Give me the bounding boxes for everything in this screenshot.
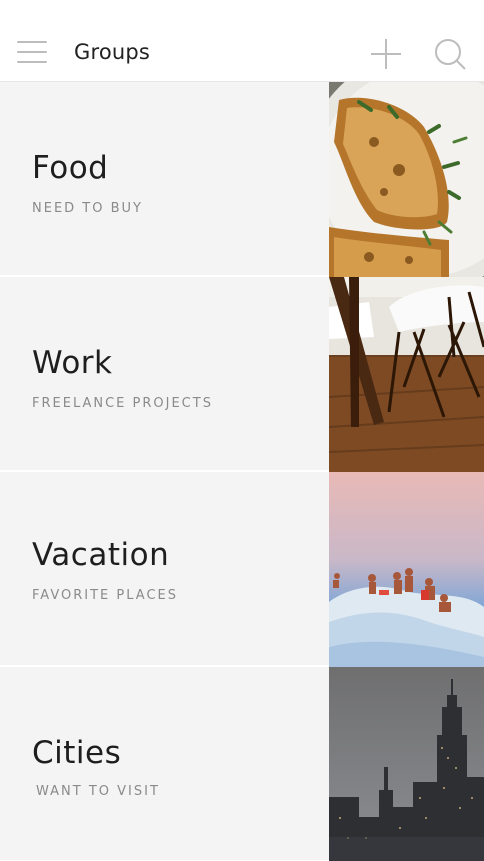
search-icon	[435, 39, 466, 70]
group-card-food[interactable]: Food NEED TO BUY	[0, 82, 484, 277]
page-title: Groups	[74, 40, 151, 64]
group-subtitle: FAVORITE PLACES	[32, 588, 178, 603]
menu-line	[17, 41, 47, 43]
group-subtitle: NEED TO BUY	[32, 201, 143, 216]
add-group-button[interactable]	[370, 38, 402, 70]
beach-rock-photo	[329, 472, 484, 667]
group-card-cities[interactable]: Cities WANT TO VISIT	[0, 667, 484, 861]
app-header: Groups	[0, 0, 484, 82]
menu-line	[17, 61, 47, 63]
group-name: Cities	[32, 735, 122, 771]
group-name: Work	[32, 345, 113, 381]
search-button[interactable]	[433, 37, 467, 71]
plus-icon	[371, 39, 401, 69]
group-card-work[interactable]: Work FREELANCE PROJECTS	[0, 277, 484, 472]
group-name: Vacation	[32, 537, 170, 573]
group-card-vacation[interactable]: Vacation FAVORITE PLACES	[0, 472, 484, 667]
chairs-photo	[329, 277, 484, 472]
group-subtitle: WANT TO VISIT	[36, 784, 160, 799]
city-skyline-photo	[329, 667, 484, 861]
menu-button[interactable]	[17, 41, 47, 65]
food-photo	[329, 82, 484, 277]
group-subtitle: FREELANCE PROJECTS	[32, 396, 213, 411]
menu-line	[17, 51, 47, 53]
group-name: Food	[32, 150, 109, 186]
group-list: Food NEED TO BUY Work FREELANCE PROJECTS…	[0, 82, 484, 861]
